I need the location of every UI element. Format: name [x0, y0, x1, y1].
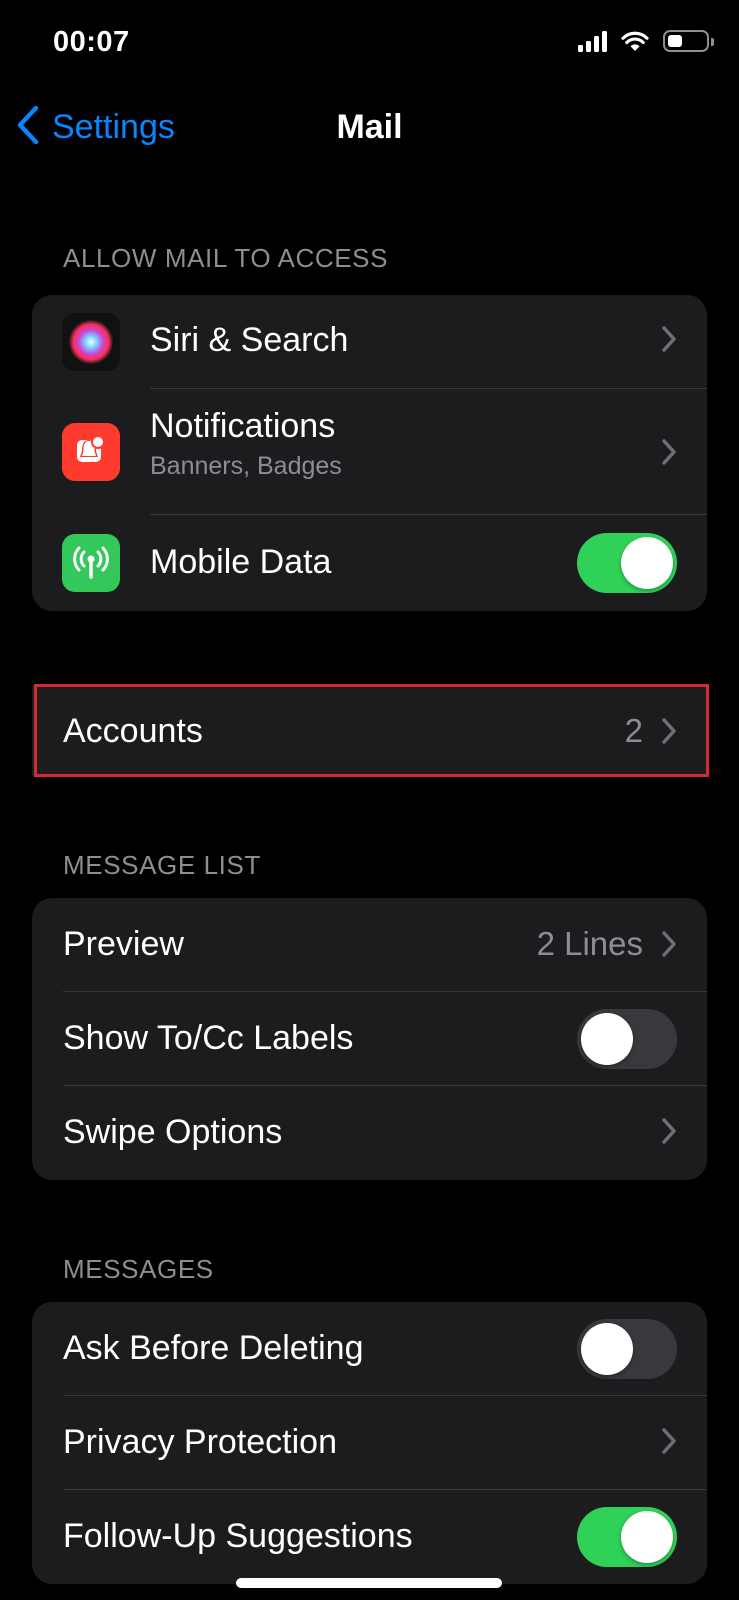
chevron-right-icon [661, 438, 677, 466]
show-to-cc-toggle[interactable] [577, 1009, 677, 1069]
notifications-sublabel: Banners, Badges [150, 452, 342, 480]
status-bar: 00:07 [0, 0, 739, 90]
ask-before-deleting-row: Ask Before Deleting [32, 1302, 707, 1396]
message-list-group: Preview 2 Lines Show To/Cc Labels Swipe … [32, 898, 707, 1180]
page-title: Mail [336, 108, 403, 146]
section-header-message-list: MESSAGE LIST [63, 850, 261, 880]
section-header-messages: MESSAGES [63, 1254, 214, 1284]
swipe-options-row[interactable]: Swipe Options [32, 1086, 707, 1180]
cellular-signal-icon [578, 30, 607, 52]
siri-search-row[interactable]: Siri & Search [32, 295, 707, 389]
ask-before-deleting-toggle[interactable] [577, 1319, 677, 1379]
preview-value: 2 Lines [536, 925, 643, 962]
antenna-icon [62, 534, 120, 592]
notifications-icon [62, 423, 120, 481]
status-icons [578, 30, 714, 52]
chevron-right-icon [661, 325, 677, 353]
highlight-box [34, 684, 709, 777]
mobile-data-row: Mobile Data [32, 515, 707, 611]
preview-row[interactable]: Preview 2 Lines [32, 898, 707, 992]
siri-icon [62, 313, 120, 371]
allow-access-group: Siri & Search Notifications Banners, Bad… [32, 295, 707, 611]
privacy-protection-row[interactable]: Privacy Protection [32, 1396, 707, 1490]
mobile-data-label: Mobile Data [150, 543, 332, 581]
follow-up-suggestions-label: Follow-Up Suggestions [63, 1517, 413, 1555]
chevron-right-icon [661, 1427, 677, 1455]
show-to-cc-label: Show To/Cc Labels [63, 1019, 354, 1057]
swipe-options-label: Swipe Options [63, 1113, 283, 1151]
chevron-right-icon [661, 930, 677, 958]
battery-icon [663, 30, 714, 52]
navigation-bar: Settings Mail [0, 95, 739, 165]
preview-label: Preview [63, 925, 184, 963]
notifications-row[interactable]: Notifications Banners, Badges [32, 389, 707, 515]
ask-before-deleting-label: Ask Before Deleting [63, 1329, 364, 1367]
screen: 00:07 Settings Mail ALLOW MAIL TO ACCESS… [0, 0, 739, 1600]
mobile-data-toggle[interactable] [577, 533, 677, 593]
show-to-cc-row: Show To/Cc Labels [32, 992, 707, 1086]
follow-up-suggestions-toggle[interactable] [577, 1507, 677, 1567]
chevron-right-icon [661, 1117, 677, 1145]
home-indicator [236, 1578, 502, 1588]
wifi-icon [621, 30, 649, 52]
privacy-protection-label: Privacy Protection [63, 1423, 337, 1461]
follow-up-suggestions-row: Follow-Up Suggestions [32, 1490, 707, 1584]
section-header-allow-access: ALLOW MAIL TO ACCESS [63, 243, 389, 273]
status-time: 00:07 [53, 26, 130, 58]
notifications-label: Notifications [150, 407, 336, 445]
messages-group: Ask Before Deleting Privacy Protection F… [32, 1302, 707, 1584]
siri-search-label: Siri & Search [150, 321, 349, 359]
